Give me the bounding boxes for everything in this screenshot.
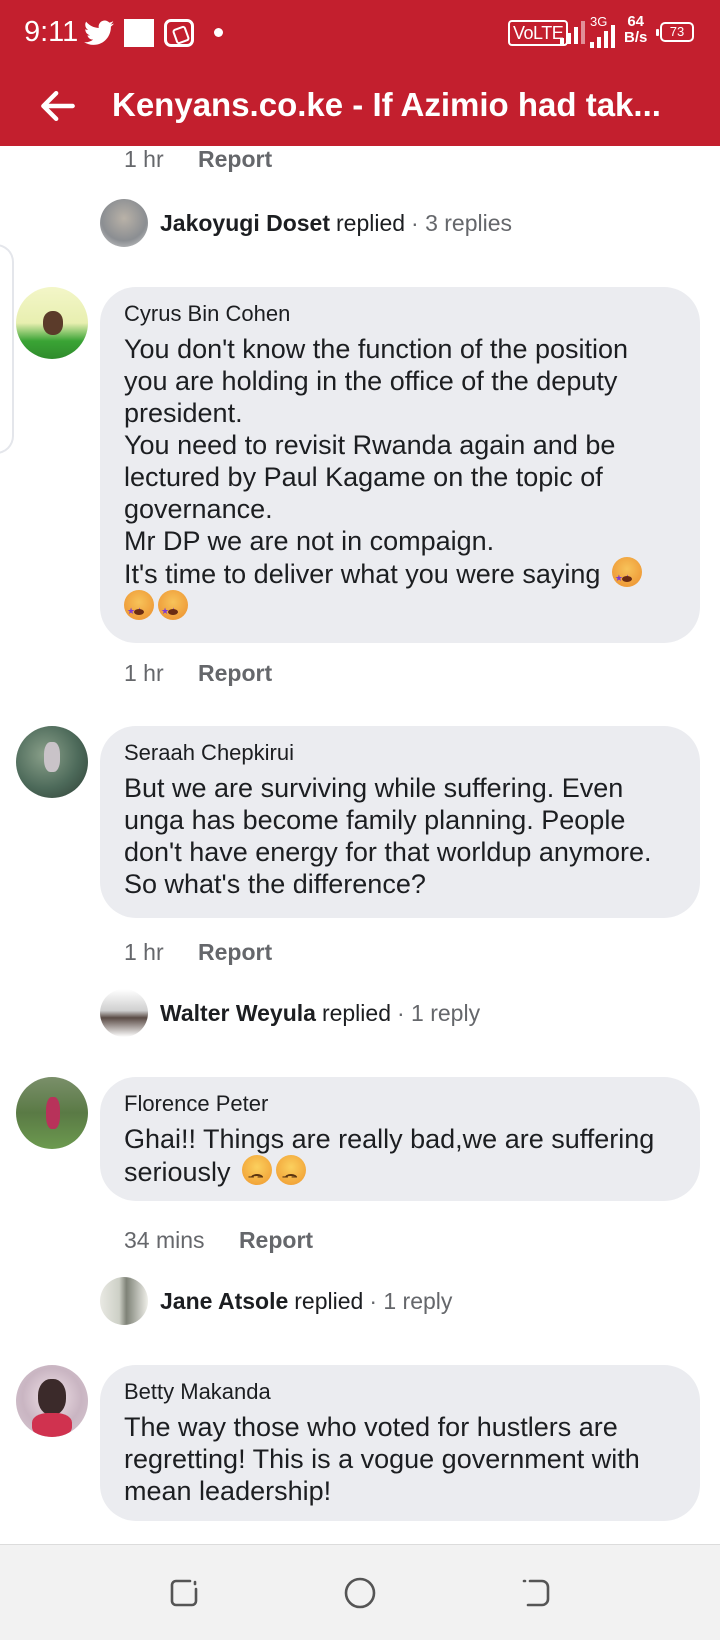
- comment-body: Ghai!! Things are really bad,we are suff…: [124, 1124, 662, 1187]
- reply-count: · 1 reply: [396, 999, 481, 1026]
- battery-icon: 73: [656, 22, 694, 42]
- side-handle[interactable]: [0, 244, 14, 454]
- notification-square-icon: [124, 19, 154, 47]
- replier-name: Walter Weyula: [160, 999, 316, 1026]
- status-time: 9:11: [24, 16, 79, 48]
- replies-summary[interactable]: Walter Weyula replied · 1 reply: [100, 988, 480, 1038]
- comment-author[interactable]: Florence Peter: [124, 1091, 676, 1117]
- report-link[interactable]: Report: [198, 939, 272, 965]
- dot-icon: [214, 28, 223, 37]
- report-link[interactable]: Report: [198, 660, 272, 686]
- home-icon[interactable]: [342, 1575, 378, 1611]
- comment-meta: 1 hr Report: [124, 939, 272, 966]
- report-link[interactable]: Report: [198, 146, 272, 172]
- replies-summary[interactable]: Jakoyugi Doset replied · 3 replies: [100, 198, 512, 248]
- replied-label: replied: [336, 209, 406, 236]
- report-link[interactable]: Report: [239, 1227, 313, 1253]
- comment-time: 1 hr: [124, 146, 164, 172]
- avatar[interactable]: [16, 287, 88, 359]
- comment-body: The way those who voted for hustlers are…: [124, 1412, 648, 1506]
- astonished-emoji-icon: [124, 590, 154, 627]
- comment-time: 34 mins: [124, 1227, 205, 1253]
- comment-author[interactable]: Seraah Chepkirui: [124, 740, 676, 766]
- reply-count: · 1 reply: [369, 1287, 453, 1314]
- top-bar: 9:11 VoLTE 3G 64 B/s 73 Kenyans.co.ke - …: [0, 0, 720, 146]
- comments-feed[interactable]: 1 hr Report Jakoyugi Doset replied · 3 r…: [0, 146, 720, 1544]
- comment-bubble[interactable]: Betty Makanda The way those who voted fo…: [100, 1365, 700, 1521]
- comment-meta: 1 hr Report: [124, 146, 272, 173]
- avatar: [100, 989, 148, 1037]
- replier-name: Jane Atsole: [160, 1287, 289, 1314]
- astonished-emoji-icon: [611, 557, 642, 594]
- network-speed: 64 B/s: [624, 14, 647, 46]
- signal-icon: [560, 16, 585, 44]
- comment-author[interactable]: Betty Makanda: [124, 1379, 676, 1405]
- replies-summary[interactable]: Jane Atsole replied · 1 reply: [100, 1276, 452, 1326]
- replied-label: replied: [294, 1287, 364, 1314]
- avatar: [100, 1277, 148, 1325]
- page-title: Kenyans.co.ke - If Azimio had tak...: [112, 86, 661, 123]
- avatar[interactable]: [16, 1365, 88, 1437]
- avatar-figure: [44, 742, 60, 772]
- comment-text: You don't know the function of the posit…: [124, 333, 676, 627]
- comment-author[interactable]: Cyrus Bin Cohen: [124, 301, 676, 327]
- twitter-icon: [84, 20, 114, 45]
- recents-icon[interactable]: [166, 1575, 202, 1611]
- speed-value: 64: [627, 13, 645, 30]
- avatar[interactable]: [16, 1077, 88, 1149]
- avatar-figure: [38, 1379, 66, 1415]
- status-bar: 9:11 VoLTE 3G 64 B/s 73: [0, 0, 720, 66]
- arrow-left-icon[interactable]: [36, 84, 80, 128]
- comment-text: Ghai!! Things are really bad,we are suff…: [124, 1123, 676, 1193]
- avatar: [100, 199, 148, 247]
- app-header: Kenyans.co.ke - If Azimio had tak...: [0, 66, 720, 146]
- comment-meta: 1 hr Report: [124, 660, 272, 687]
- pensive-emoji-icon: [276, 1155, 307, 1193]
- comment-bubble[interactable]: Seraah Chepkirui But we are surviving wh…: [100, 726, 700, 918]
- astonished-emoji-icon: [158, 590, 188, 627]
- reply-count: · 3 replies: [411, 209, 513, 236]
- comment-time: 1 hr: [124, 939, 164, 965]
- app-icon: [164, 19, 194, 47]
- avatar-clothing: [32, 1413, 72, 1437]
- avatar-figure: [43, 311, 63, 335]
- replier-name: Jakoyugi Doset: [160, 209, 330, 236]
- avatar-figure: [46, 1097, 60, 1129]
- comment-body: But we are surviving while suffering. Ev…: [124, 773, 659, 899]
- avatar[interactable]: [16, 726, 88, 798]
- comment-bubble[interactable]: Cyrus Bin Cohen You don't know the funct…: [100, 287, 700, 643]
- replied-label: replied: [321, 999, 391, 1026]
- pensive-emoji-icon: [242, 1155, 273, 1193]
- back-icon[interactable]: [518, 1575, 554, 1611]
- system-nav-bar: [0, 1544, 720, 1640]
- speed-unit: B/s: [624, 29, 648, 46]
- comment-meta: 34 mins Report: [124, 1227, 313, 1254]
- comment-time: 1 hr: [124, 660, 164, 686]
- comment-body: You don't know the function of the posit…: [124, 334, 629, 589]
- comment-bubble[interactable]: Florence Peter Ghai!! Things are really …: [100, 1077, 700, 1201]
- signal-icon-2: [590, 20, 615, 48]
